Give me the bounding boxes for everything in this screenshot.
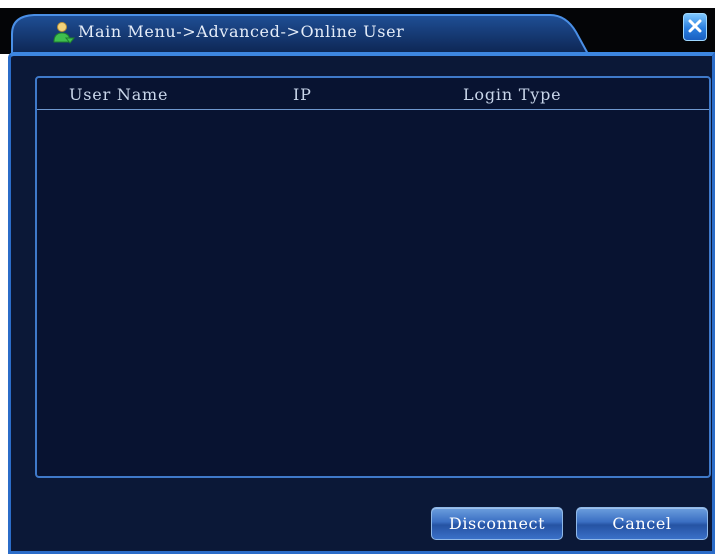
close-button[interactable] — [683, 13, 707, 41]
close-icon — [688, 18, 702, 37]
window-title: Main Menu->Advanced->Online User — [78, 22, 405, 41]
user-icon — [52, 20, 76, 44]
list-header: User Name IP Login Type — [37, 78, 709, 110]
online-user-screen: Main Menu->Advanced->Online User User Na… — [0, 0, 715, 554]
column-header-user-name: User Name — [69, 85, 169, 104]
online-user-dialog: User Name IP Login Type Disconnect Cance… — [8, 52, 715, 554]
cancel-button[interactable]: Cancel — [576, 507, 708, 540]
list-body[interactable] — [37, 110, 709, 476]
column-header-login-type: Login Type — [463, 85, 562, 104]
title-tab: Main Menu->Advanced->Online User — [10, 12, 588, 54]
disconnect-button[interactable]: Disconnect — [431, 507, 563, 540]
column-header-ip: IP — [293, 85, 312, 104]
online-user-list: User Name IP Login Type — [35, 76, 711, 478]
